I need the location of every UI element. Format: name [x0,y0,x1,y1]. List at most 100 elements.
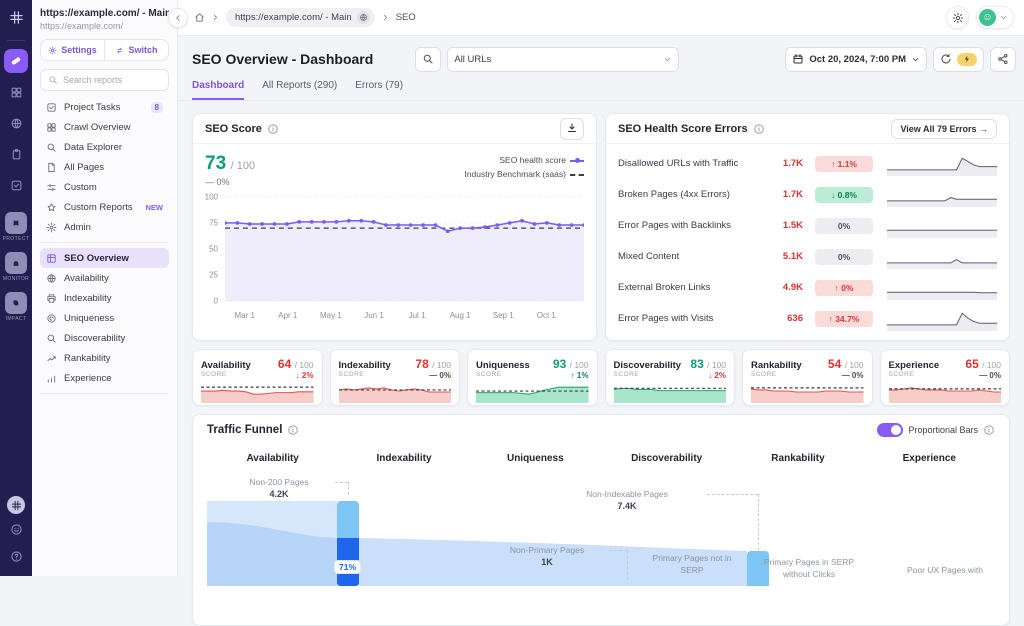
rail-item-tasks[interactable] [4,173,28,197]
search-icon [46,142,57,153]
funnel-columns: Availability Indexability Uniqueness Dis… [207,453,995,464]
funnel-bar-percent: 71% [335,561,360,573]
brand-hash-icon[interactable] [7,496,25,514]
sidebar-item-custom[interactable]: Custom [40,177,169,197]
sidebar-item-all-pages[interactable]: All Pages [40,157,169,177]
topbar: https://example.com/ - Main SEO ☺ [178,0,1024,36]
sidebar-item-crawl-overview[interactable]: Crawl Overview [40,117,169,137]
tab-errors[interactable]: Errors (79) [355,80,403,100]
discoverability-score-card[interactable]: Discoverability83 / 100 SCORE↓ 2% [605,349,736,406]
rail-item-globe[interactable] [4,111,28,135]
sidebar-item-uniqueness[interactable]: Uniqueness [40,308,169,328]
avatar: ☺ [979,9,996,26]
sliders-icon [46,182,57,193]
page-title: SEO Overview - Dashboard [192,51,373,67]
sidebar-item-admin[interactable]: Admin [40,217,169,237]
funnel-title: Traffic Funnel [207,424,282,436]
impact-app-icon[interactable] [5,292,27,314]
sidebar-item-data-explorer[interactable]: Data Explorer [40,137,169,157]
back-button[interactable] [168,8,188,28]
switch-button[interactable]: Switch [104,40,168,60]
error-row[interactable]: Error Pages with Backlinks1.5K0% [618,210,997,241]
mini-chart [339,383,452,403]
site-actions: Settings Switch [40,39,169,61]
search-button[interactable] [415,47,441,72]
tab-dashboard[interactable]: Dashboard [192,80,244,100]
sidebar-item-project-tasks[interactable]: Project Tasks8 [40,97,169,117]
breadcrumb-site[interactable]: https://example.com/ - Main [226,8,375,27]
funnel-label: Primary Pages in SERPwithout Clicks [729,556,889,580]
error-row[interactable]: Broken Pages (4xx Errors)1.7K↓ 0.8% [618,179,997,210]
info-icon[interactable] [983,424,995,436]
info-icon[interactable] [753,123,765,135]
date-picker[interactable]: Oct 20, 2024, 7:00 PM [785,47,927,72]
funnel-label: Non-Primary Pages1K [487,544,607,568]
sidebar-item-rankability[interactable]: Rankability [40,348,169,368]
seo-score-title: SEO Score [205,123,262,135]
legend-line-marker [570,160,584,162]
sidebar-item-seo-overview[interactable]: SEO Overview [40,248,169,268]
fingerprint-icon [46,313,57,324]
rail-item-current-app[interactable] [4,49,28,73]
y-axis-labels: 1007550250 [201,191,221,307]
site-url: https://example.com/ [40,21,169,31]
seo-score-card: SEO Score 73 / 100 — 0% SEO health score… [192,113,597,341]
error-row[interactable]: Disallowed URLs with Traffic1.7K↑ 1.1% [618,148,997,179]
refresh-icon [940,53,952,65]
uniqueness-score-card[interactable]: Uniqueness93 / 100 SCORE↑ 1% [467,349,598,406]
rail-item-apps-grid[interactable] [4,80,28,104]
protect-app-icon[interactable] [5,212,27,234]
table-icon [46,253,57,264]
experience-score-card[interactable]: Experience65 / 100 SCORE— 0% [880,349,1011,406]
home-icon[interactable] [194,12,205,23]
magnifier-icon [46,333,57,344]
app-logo-icon[interactable] [9,10,24,30]
seo-score-max: / 100 [231,160,255,172]
bar-chart-icon [46,373,57,384]
error-row[interactable]: Error Pages with Visits636↑ 34.7% [618,303,997,334]
sidebar-item-discoverability[interactable]: Discoverability [40,328,169,348]
download-button[interactable] [560,118,584,140]
availability-score-card[interactable]: Availability64 / 100 SCORE↓ 2% [192,349,323,406]
indexability-score-card[interactable]: Indexability78 / 100 SCORE— 0% [330,349,461,406]
sidebar-item-custom-reports[interactable]: Custom ReportsNEW [40,197,169,217]
sidebar-item-experience[interactable]: Experience [40,368,169,388]
breadcrumb-section[interactable]: SEO [396,12,416,23]
sidebar-item-availability[interactable]: Availability [40,268,169,288]
view-all-errors-button[interactable]: View All 79 Errors → [891,119,997,139]
info-icon[interactable] [287,424,299,436]
search-reports-input[interactable] [63,75,161,85]
mini-chart [614,383,727,403]
feedback-icon[interactable] [10,523,23,541]
tab-all-reports[interactable]: All Reports (290) [262,80,337,100]
error-row[interactable]: Mixed Content5.1K0% [618,241,997,272]
change-badge: ↑ 1.1% [815,156,873,172]
sparkline [887,245,997,269]
account-menu[interactable]: ☺ [976,6,1014,29]
tasks-icon [46,102,57,113]
rankability-score-card[interactable]: Rankability54 / 100 SCORE— 0% [742,349,873,406]
url-filter-select[interactable]: All URLs [447,47,679,72]
settings-button[interactable]: Settings [41,40,104,60]
chevron-down-icon [663,55,672,64]
sidebar-item-indexability[interactable]: Indexability [40,288,169,308]
proportional-bars-toggle[interactable] [877,423,903,437]
rail-item-clipboard[interactable] [4,142,28,166]
page-header: SEO Overview - Dashboard All URLs Oct 20… [178,42,1024,76]
info-icon[interactable] [267,123,279,135]
error-row[interactable]: External Broken Links4.9K↑ 0% [618,272,997,303]
search-icon [48,75,58,85]
sidebar-divider [40,242,169,243]
settings-gear-button[interactable] [946,6,969,29]
sparkline [887,276,997,300]
score-cards-row: Availability64 / 100 SCORE↓ 2% Indexabil… [192,349,1010,406]
sparkline [887,307,997,331]
refresh-button[interactable] [933,47,984,72]
app-rail: PROTECT MONITOR IMPACT [0,0,32,576]
toggle-label: Proportional Bars [908,425,978,435]
change-badge: 0% [815,218,873,234]
share-button[interactable] [990,47,1016,72]
monitor-app-icon[interactable] [5,252,27,274]
help-icon[interactable] [10,550,23,568]
sparkline [887,152,997,176]
